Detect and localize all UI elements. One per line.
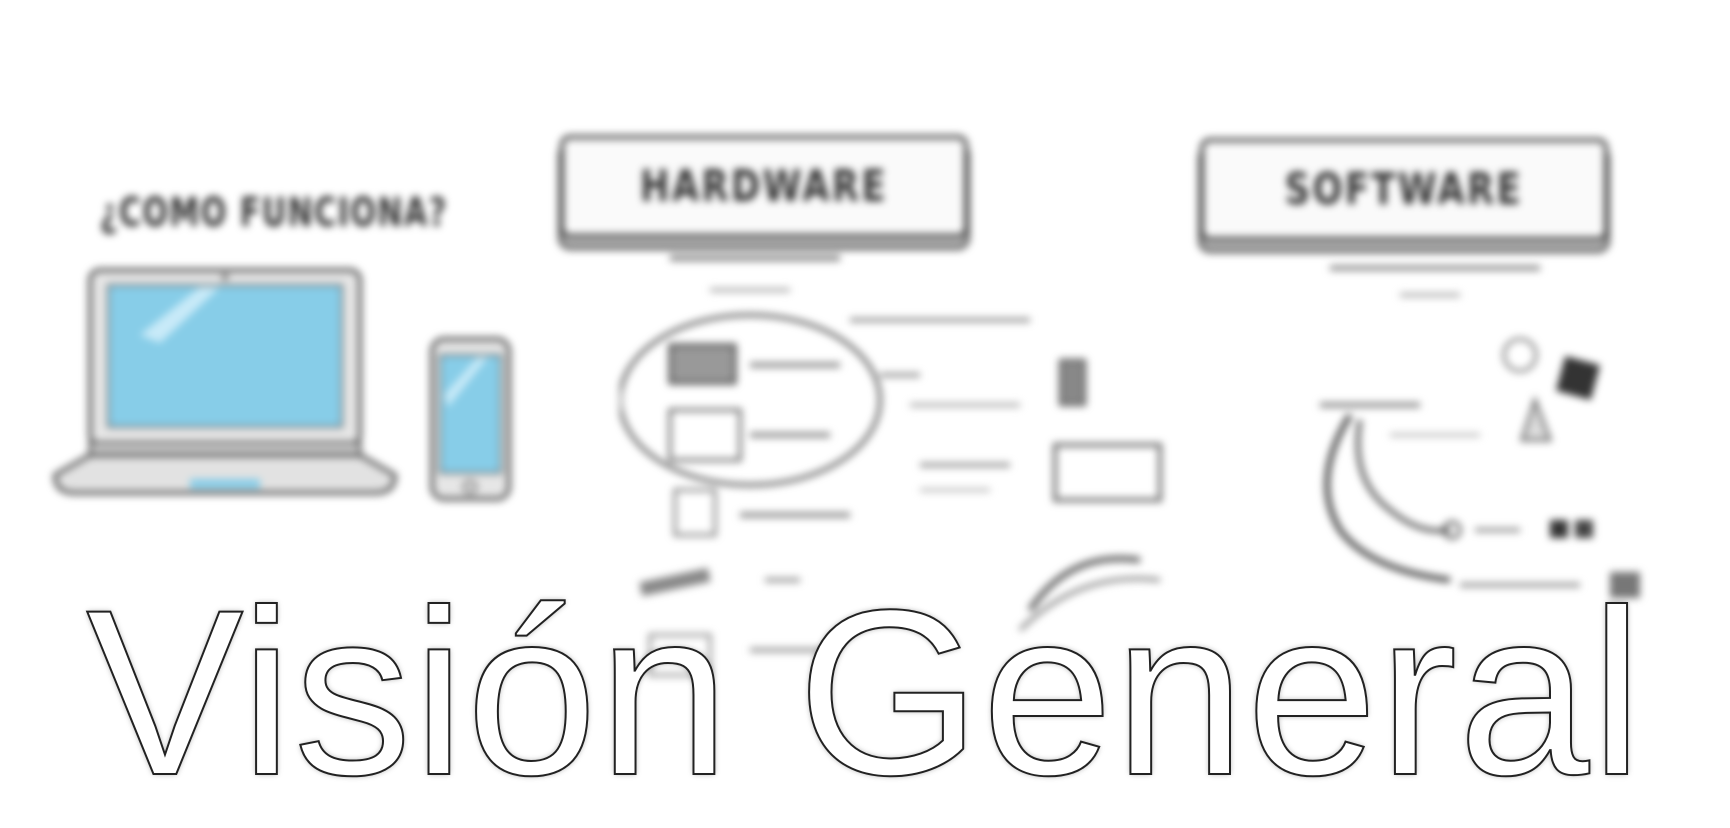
slide: ¿COMO FUNCIONA? HARDWARE SOFTWARE Visión… xyxy=(0,0,1730,828)
hardware-banner-label: HARDWARE xyxy=(640,161,888,212)
smartphone-icon xyxy=(430,337,511,501)
main-title: Visión General xyxy=(85,561,1644,825)
laptop-icon xyxy=(52,268,398,495)
hardware-banner: HARDWARE xyxy=(560,135,968,238)
question-heading: ¿COMO FUNCIONA? xyxy=(100,190,448,236)
software-banner-label: SOFTWARE xyxy=(1284,164,1524,215)
software-banner: SOFTWARE xyxy=(1200,138,1608,241)
